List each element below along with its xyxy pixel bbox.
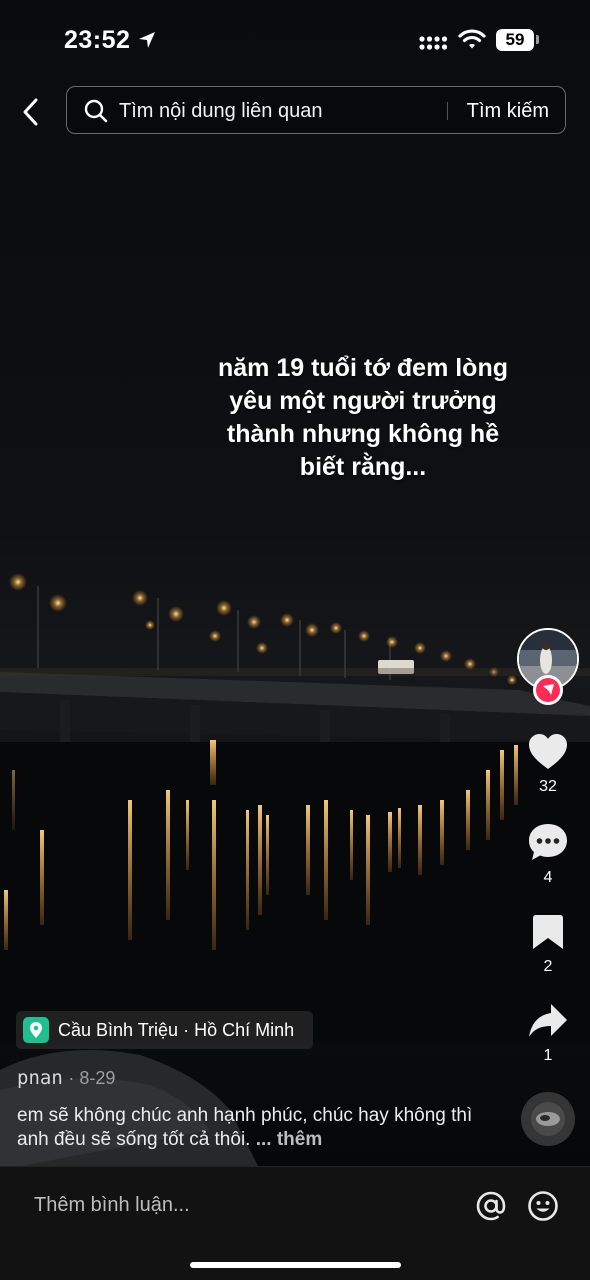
music-disc-art — [521, 1092, 575, 1146]
caption-line: thành nhưng không hề — [226, 420, 500, 448]
status-bar: 23:52 59 — [0, 0, 590, 80]
comment-bubble-icon — [529, 824, 567, 860]
video-caption-overlay: năm 19 tuổi tớ đem lòng yêu một người tr… — [200, 352, 526, 484]
caption-line: năm 19 tuổi tớ đem lòng — [217, 354, 508, 382]
search-icon — [84, 99, 108, 123]
see-more-link[interactable]: ... thêm — [256, 1129, 323, 1150]
wifi-icon — [458, 29, 486, 49]
search-input[interactable]: Tìm nội dung liên quan — [119, 100, 322, 123]
music-disc-icon[interactable] — [521, 1092, 575, 1146]
caption-line: yêu một người trưởng — [229, 387, 497, 415]
location-arrow-icon — [139, 32, 155, 48]
author-name[interactable]: pnan — [17, 1067, 63, 1089]
emoji-icon[interactable] — [526, 1189, 560, 1223]
back-chevron-icon[interactable] — [14, 92, 50, 132]
bookmark-count: 2 — [543, 958, 553, 975]
at-icon[interactable] — [474, 1189, 508, 1223]
location-tag[interactable]: Cầu Bình Triệu · Hồ Chí Minh — [16, 1011, 313, 1049]
share-count: 1 — [543, 1047, 553, 1064]
share-button[interactable]: 1 — [520, 1002, 576, 1065]
video-description[interactable]: em sẽ không chúc anh hạnh phúc, chúc hay… — [17, 1104, 487, 1152]
like-button[interactable]: 32 — [520, 733, 576, 796]
status-time: 23:52 — [64, 26, 131, 54]
post-date: · 8-29 — [68, 1068, 116, 1088]
location-label: Cầu Bình Triệu · Hồ Chí Minh — [58, 1019, 295, 1040]
search-submit-button[interactable]: Tìm kiếm — [467, 100, 549, 123]
signal-icon — [419, 36, 448, 50]
video-frame[interactable] — [0, 0, 590, 1170]
battery-tip — [536, 35, 539, 44]
description-text: em sẽ không chúc anh hạnh phúc, chúc hay… — [17, 1105, 473, 1150]
bookmark-button[interactable]: 2 — [520, 913, 576, 976]
search-bar[interactable]: Tìm nội dung liên quan Tìm kiếm — [66, 86, 566, 134]
video-screen: 23:52 59 Tìm nội dung liên quan Tìm kiếm — [0, 0, 590, 1280]
battery-level: 59 — [496, 29, 534, 51]
follow-plus-icon — [536, 678, 560, 702]
comment-count: 4 — [543, 869, 553, 886]
follow-button[interactable] — [533, 675, 563, 705]
like-count: 32 — [539, 778, 557, 795]
comment-input[interactable]: Thêm bình luận... — [34, 1194, 190, 1217]
bookmark-icon — [533, 915, 563, 949]
home-indicator[interactable] — [190, 1262, 401, 1268]
location-pin-icon — [23, 1017, 49, 1043]
caption-line: biết rằng... — [299, 453, 427, 481]
author-row: pnan · 8-29 — [17, 1067, 115, 1090]
heart-icon — [529, 734, 567, 769]
search-divider — [447, 102, 448, 120]
share-arrow-icon — [529, 1004, 567, 1037]
comment-button[interactable]: 4 — [520, 822, 576, 887]
